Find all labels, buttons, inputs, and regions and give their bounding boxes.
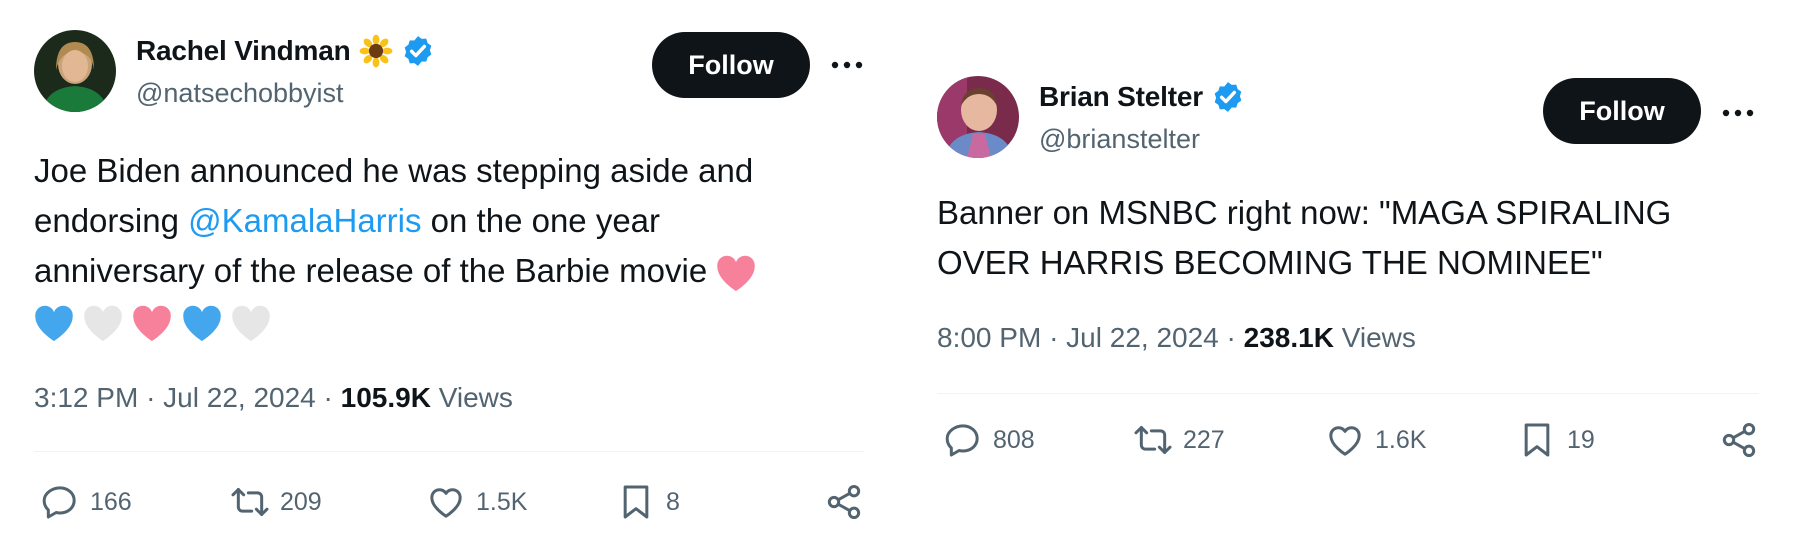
timestamp[interactable]: 3:12 PM — [34, 382, 138, 413]
bookmark-button[interactable]: 8 — [616, 482, 808, 522]
more-icon[interactable] — [1721, 108, 1755, 118]
avatar[interactable] — [34, 30, 116, 112]
like-icon — [426, 482, 466, 522]
author-handle[interactable]: @brianstelter — [1039, 124, 1200, 155]
tweet-meta: 3:12 PM · Jul 22, 2024 · 105.9K Views — [34, 382, 513, 414]
bookmark-icon — [1517, 420, 1557, 460]
blue-heart-emoji — [182, 305, 222, 342]
bookmark-count: 8 — [666, 487, 680, 516]
reply-count: 166 — [90, 487, 132, 516]
repost-button[interactable]: 227 — [1133, 420, 1325, 460]
divider — [34, 451, 864, 452]
tweet-meta: 8:00 PM · Jul 22, 2024 · 238.1K Views — [937, 322, 1416, 354]
views-count: 105.9K — [340, 382, 431, 413]
separator: · — [146, 382, 156, 413]
repost-button[interactable]: 209 — [230, 482, 426, 522]
separator: · — [323, 382, 333, 413]
like-count: 1.5K — [476, 487, 528, 516]
author-name[interactable]: Brian Stelter — [1039, 81, 1203, 113]
avatar[interactable] — [937, 76, 1019, 158]
like-button[interactable]: 1.6K — [1325, 420, 1517, 460]
views-label: Views — [438, 382, 513, 413]
author-name-row: Rachel Vindman — [136, 34, 435, 68]
verified-badge-icon — [1211, 80, 1245, 114]
pink-heart-emoji — [716, 255, 756, 292]
author-name[interactable]: Rachel Vindman — [136, 35, 351, 67]
timestamp[interactable]: 8:00 PM — [937, 322, 1041, 353]
reply-button[interactable]: 808 — [937, 420, 1133, 460]
repost-icon — [1133, 420, 1173, 460]
author-name-row: Brian Stelter — [1039, 80, 1245, 114]
author-handle[interactable]: @natsechobbyist — [136, 78, 344, 109]
pink-heart-emoji — [132, 305, 172, 342]
repost-count: 227 — [1183, 425, 1225, 454]
white-heart-emoji — [231, 305, 271, 342]
like-count: 1.6K — [1375, 425, 1427, 454]
sunflower-icon — [359, 34, 392, 68]
reply-button[interactable]: 166 — [34, 482, 230, 522]
like-button[interactable]: 1.5K — [426, 482, 616, 522]
mention-link[interactable]: @KamalaHarris — [188, 202, 421, 239]
action-bar: 808 227 1.6K 19 — [937, 420, 1759, 460]
separator: · — [1049, 322, 1059, 353]
date[interactable]: Jul 22, 2024 — [163, 382, 316, 413]
verified-badge-icon — [401, 34, 435, 68]
share-icon — [824, 482, 864, 522]
action-bar: 166 209 1.5K 8 — [34, 482, 864, 522]
like-icon — [1325, 420, 1365, 460]
share-button[interactable] — [824, 482, 864, 522]
separator: · — [1226, 322, 1236, 353]
white-heart-emoji — [83, 305, 123, 342]
reply-icon — [943, 420, 983, 460]
views-count: 238.1K — [1243, 322, 1334, 353]
bookmark-count: 19 — [1567, 425, 1595, 454]
repost-count: 209 — [280, 487, 322, 516]
bookmark-icon — [616, 482, 656, 522]
bookmark-button[interactable]: 19 — [1517, 420, 1697, 460]
share-button[interactable] — [1719, 420, 1759, 460]
more-icon[interactable] — [830, 60, 864, 70]
views-label: Views — [1341, 322, 1416, 353]
follow-button[interactable]: Follow — [652, 32, 810, 98]
reply-icon — [40, 482, 80, 522]
share-icon — [1719, 420, 1759, 460]
tweet-text: Joe Biden announced he was stepping asid… — [34, 146, 834, 346]
blue-heart-emoji — [34, 305, 74, 342]
follow-button[interactable]: Follow — [1543, 78, 1701, 144]
reply-count: 808 — [993, 425, 1035, 454]
divider — [937, 393, 1759, 394]
repost-icon — [230, 482, 270, 522]
date[interactable]: Jul 22, 2024 — [1066, 322, 1219, 353]
tweet-text: Banner on MSNBC right now: "MAGA SPIRALI… — [937, 194, 1672, 281]
